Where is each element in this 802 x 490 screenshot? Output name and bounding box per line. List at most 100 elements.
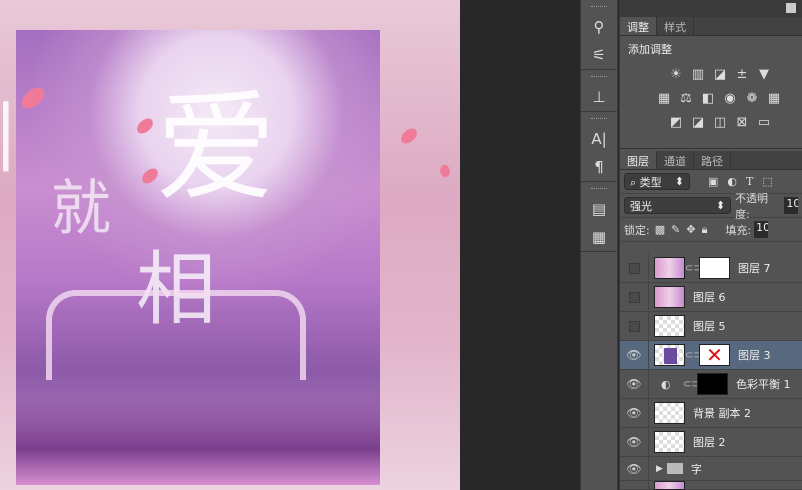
grass	[16, 395, 380, 485]
hue-saturation-icon[interactable]: ▦	[656, 91, 672, 107]
tab-adjustments[interactable]: 调整	[620, 17, 657, 35]
expand-triangle-icon[interactable]: ▶	[656, 464, 663, 474]
layer-row-partial[interactable]	[620, 480, 802, 490]
visibility-toggle[interactable]	[628, 262, 640, 274]
right-panels: 调整 样式 添加调整 ☀ ▥ ◪ ± ▼ ▦ ⚖ ◧ ◉ ❁ ▦ ◩ ◪ ◫ ⊠…	[619, 0, 802, 490]
lock-label: 锁定:	[624, 223, 650, 237]
threshold-icon[interactable]: ◫	[712, 115, 728, 131]
layer-row[interactable]: 图层 6	[620, 283, 802, 312]
posterize-icon[interactable]: ◪	[690, 115, 706, 131]
filter-kind-select[interactable]: ⌕ 类型 ⬍	[624, 173, 690, 190]
clone-source-icon[interactable]: ⊥	[581, 83, 617, 111]
selective-color-icon[interactable]: ⊠	[734, 115, 750, 131]
adjustments-tabs: 调整 样式	[620, 17, 802, 36]
color-lookup-icon[interactable]: ▦	[766, 91, 782, 107]
tab-layers[interactable]: 图层	[620, 151, 657, 169]
text-jiu: 就	[51, 174, 111, 244]
layer-name[interactable]: 背景 副本 2	[693, 405, 751, 421]
lock-fill-bar: 锁定: ▩ ✎ ✥ 🔒︎ 填充: 100%	[620, 218, 802, 242]
notes-icon[interactable]: ▦	[581, 223, 617, 251]
character-icon[interactable]: A|	[581, 125, 617, 153]
fill-input[interactable]: 100%	[754, 221, 769, 238]
brightness-contrast-icon[interactable]: ☀	[668, 67, 684, 83]
petal	[398, 126, 420, 146]
type-filter-icon[interactable]: T	[746, 175, 753, 188]
layer-name[interactable]: 色彩平衡 1	[736, 376, 791, 392]
layer-name[interactable]: 图层 3	[738, 347, 771, 363]
layer-thumbnail	[654, 431, 685, 453]
opacity-input[interactable]: 100%	[784, 197, 798, 214]
layer-row[interactable]: 👁︎ 图层 2	[620, 428, 802, 457]
visibility-toggle[interactable]	[628, 320, 640, 332]
levels-icon[interactable]: ▥	[690, 67, 706, 83]
layer-thumbnail	[654, 315, 685, 337]
eye-icon[interactable]: 👁︎	[620, 457, 649, 480]
layer-row[interactable]: 图层 5	[620, 312, 802, 341]
shape-filter-icon[interactable]: ⬚	[762, 175, 772, 188]
lock-position-icon[interactable]: ✥	[686, 223, 695, 236]
vibrance-icon[interactable]: ▼	[756, 67, 772, 83]
image-filter-icon[interactable]: ▣	[708, 175, 718, 188]
layer-row[interactable]: 👁︎ 背景 副本 2	[620, 399, 802, 428]
panel-collapse-icon[interactable]	[786, 3, 796, 13]
layer-mask-thumbnail[interactable]	[697, 373, 728, 395]
folder-icon	[666, 463, 683, 474]
layer-thumbnail	[654, 402, 685, 424]
adjustment-filter-icon[interactable]: ◐	[727, 175, 737, 188]
layer-mask-thumbnail[interactable]	[699, 257, 730, 279]
photo-filter-icon[interactable]: ◉	[722, 91, 738, 107]
color-balance-icon[interactable]: ⚖	[678, 91, 694, 107]
link-icon[interactable]: ⊂⊃	[685, 263, 702, 274]
eye-icon[interactable]: 👁︎	[620, 428, 649, 456]
tab-channels[interactable]: 通道	[657, 151, 694, 169]
lock-transparent-icon[interactable]: ▩	[655, 223, 665, 236]
fill-label: 填充:	[725, 223, 752, 237]
lock-all-icon[interactable]: 🔒︎	[702, 223, 708, 237]
layer-row[interactable]: 👁︎ ◐ ⊂⊃ 色彩平衡 1	[620, 370, 802, 399]
document-canvas[interactable]: | 爱 就 相	[0, 0, 460, 490]
layer-name[interactable]: 字	[691, 461, 702, 477]
brush-presets-icon[interactable]: ⚲	[581, 13, 617, 41]
visibility-toggle[interactable]	[628, 291, 640, 303]
panel-header	[620, 0, 802, 17]
eye-icon[interactable]: 👁︎	[620, 370, 649, 398]
fence	[46, 290, 306, 380]
layer-thumbnail	[654, 286, 685, 308]
blend-opacity-bar: 强光⬍ 不透明度: 100%	[620, 192, 802, 221]
paragraph-icon[interactable]: ¶	[581, 153, 617, 181]
workspace-background	[460, 0, 580, 490]
link-icon[interactable]: ⊂⊃	[685, 350, 702, 361]
adjustment-layer-icon: ◐	[661, 377, 671, 391]
exposure-icon[interactable]: ±	[734, 67, 750, 83]
layer-name[interactable]: 图层 6	[693, 289, 726, 305]
canvas-text-left: |	[0, 90, 18, 172]
petal	[437, 163, 453, 179]
layer-name[interactable]: 图层 5	[693, 318, 726, 334]
curves-icon[interactable]: ◪	[712, 67, 728, 83]
layer-row-selected[interactable]: 👁︎ ⊂⊃ ✕ 图层 3	[620, 341, 802, 370]
invert-icon[interactable]: ◩	[668, 115, 684, 131]
eye-icon[interactable]: 👁︎	[620, 399, 649, 427]
artwork: 爱 就 相	[16, 30, 380, 485]
petal	[134, 116, 156, 136]
eye-icon[interactable]: 👁︎	[620, 341, 649, 369]
gradient-map-icon[interactable]: ▭	[756, 115, 772, 131]
layer-group-row[interactable]: 👁︎ ▶ 字	[620, 457, 802, 481]
tab-styles[interactable]: 样式	[657, 17, 694, 35]
brush-icon[interactable]: ⚟	[581, 41, 617, 69]
layer-name[interactable]: 图层 2	[693, 434, 726, 450]
tab-paths[interactable]: 路径	[694, 151, 731, 169]
panel-toolstrip: ⚲ ⚟ ⊥ A| ¶ ▤ ▦	[580, 0, 618, 490]
opacity-label: 不透明度:	[735, 191, 769, 221]
text-love: 爱	[156, 79, 276, 218]
layer-row[interactable]: ⊂⊃ 图层 7	[620, 254, 802, 283]
info-icon[interactable]: ▤	[581, 195, 617, 223]
blend-mode-select[interactable]: 强光 ⬍	[624, 197, 732, 214]
link-icon[interactable]: ⊂⊃	[683, 379, 700, 390]
disabled-mask-thumbnail[interactable]: ✕	[699, 344, 730, 366]
black-white-icon[interactable]: ◧	[700, 91, 716, 107]
lock-pixels-icon[interactable]: ✎	[671, 223, 680, 236]
layer-name[interactable]: 图层 7	[738, 260, 771, 276]
add-adjustment-heading: 添加调整	[628, 43, 672, 56]
channel-mixer-icon[interactable]: ❁	[744, 91, 760, 107]
